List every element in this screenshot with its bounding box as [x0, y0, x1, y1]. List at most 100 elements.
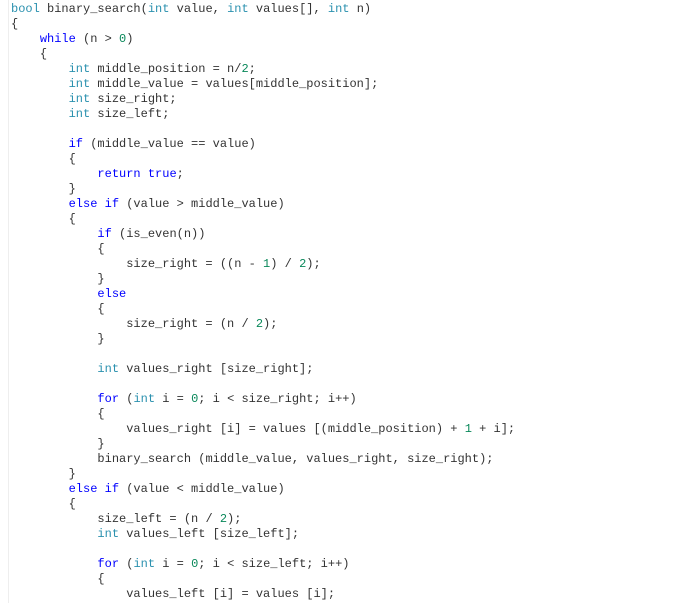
token-id: size_left = (n /: [97, 512, 219, 526]
token-id: ;: [177, 167, 184, 181]
token-id: n): [350, 2, 372, 16]
token-id: ; i < size_left; i++): [198, 557, 349, 571]
token-kw: else: [97, 287, 126, 301]
token-id: + i];: [472, 422, 515, 436]
token-id: size_right = ((n -: [126, 257, 263, 271]
code-line[interactable]: {: [11, 212, 515, 227]
code-line[interactable]: int middle_position = n/2;: [11, 62, 515, 77]
token-bool: true: [148, 167, 177, 181]
token-id: }: [69, 182, 76, 196]
token-id: (value < middle_value): [119, 482, 285, 496]
token-id: (middle_value == value): [83, 137, 256, 151]
token-id: {: [69, 152, 76, 166]
token-id: values_right [i] = values [(middle_posit…: [126, 422, 464, 436]
token-id: {: [69, 497, 76, 511]
token-type: int: [69, 107, 91, 121]
token-id: ): [126, 32, 133, 46]
token-type: int: [148, 2, 170, 16]
code-line[interactable]: [11, 347, 515, 362]
code-line[interactable]: values_left [i] = values [i];: [11, 587, 515, 602]
code-line[interactable]: int size_left;: [11, 107, 515, 122]
code-line[interactable]: [11, 377, 515, 392]
code-line[interactable]: {: [11, 302, 515, 317]
code-line[interactable]: if (is_even(n)): [11, 227, 515, 242]
token-kw: else: [69, 197, 98, 211]
code-line[interactable]: [11, 122, 515, 137]
gutter: [0, 0, 9, 603]
token-id: value,: [169, 2, 227, 16]
code-line[interactable]: }: [11, 437, 515, 452]
token-id: }: [97, 437, 104, 451]
token-id: middle_position = n/: [90, 62, 241, 76]
code-line[interactable]: else if (value > middle_value): [11, 197, 515, 212]
token-id: size_left;: [90, 107, 169, 121]
token-id: {: [40, 47, 47, 61]
token-id: );: [263, 317, 277, 331]
token-id: binary_search (middle_value, values_righ…: [97, 452, 493, 466]
code-line[interactable]: }: [11, 182, 515, 197]
code-line[interactable]: values_right [i] = values [(middle_posit…: [11, 422, 515, 437]
token-id: (: [119, 392, 133, 406]
code-line[interactable]: int size_right;: [11, 92, 515, 107]
token-id: i =: [155, 392, 191, 406]
token-type: int: [69, 77, 91, 91]
code-line[interactable]: {: [11, 17, 515, 32]
code-line[interactable]: }: [11, 467, 515, 482]
code-line[interactable]: }: [11, 272, 515, 287]
token-type: int: [227, 2, 249, 16]
code-line[interactable]: else if (value < middle_value): [11, 482, 515, 497]
token-id: }: [97, 332, 104, 346]
code-line[interactable]: int middle_value = values[middle_positio…: [11, 77, 515, 92]
token-kw: if: [97, 227, 111, 241]
code-line[interactable]: if (middle_value == value): [11, 137, 515, 152]
token-kw: if: [105, 197, 119, 211]
code-line[interactable]: int values_left [size_left];: [11, 527, 515, 542]
token-type: int: [69, 62, 91, 76]
token-type: int: [328, 2, 350, 16]
token-id: }: [69, 467, 76, 481]
code-area[interactable]: bool binary_search(int value, int values…: [9, 0, 517, 603]
token-id: {: [97, 242, 104, 256]
token-type: int: [133, 557, 155, 571]
code-line[interactable]: }: [11, 332, 515, 347]
code-line[interactable]: {: [11, 572, 515, 587]
code-line[interactable]: {: [11, 407, 515, 422]
token-kw: if: [69, 137, 83, 151]
token-id: {: [97, 302, 104, 316]
token-id: values_left [i] = values [i];: [126, 587, 335, 601]
code-line[interactable]: size_right = (n / 2);: [11, 317, 515, 332]
token-id: ;: [249, 62, 256, 76]
token-id: ) /: [270, 257, 299, 271]
code-line[interactable]: [11, 542, 515, 557]
token-id: {: [69, 212, 76, 226]
code-line[interactable]: for (int i = 0; i < size_right; i++): [11, 392, 515, 407]
code-line[interactable]: binary_search (middle_value, values_righ…: [11, 452, 515, 467]
code-line[interactable]: {: [11, 152, 515, 167]
token-type: int: [97, 362, 119, 376]
token-id: values_left [size_left];: [119, 527, 299, 541]
code-line[interactable]: return true;: [11, 167, 515, 182]
code-line[interactable]: bool binary_search(int value, int values…: [11, 2, 515, 17]
code-line[interactable]: {: [11, 497, 515, 512]
token-num: 2: [256, 317, 263, 331]
token-type: int: [133, 392, 155, 406]
code-line[interactable]: size_right = ((n - 1) / 2);: [11, 257, 515, 272]
token-id: values_right [size_right];: [119, 362, 313, 376]
token-num: 2: [220, 512, 227, 526]
token-id: (: [119, 557, 133, 571]
code-line[interactable]: for (int i = 0; i < size_left; i++): [11, 557, 515, 572]
code-line[interactable]: while (n > 0): [11, 32, 515, 47]
code-line[interactable]: {: [11, 47, 515, 62]
token-id: {: [97, 572, 104, 586]
code-line[interactable]: else: [11, 287, 515, 302]
token-kw: else: [69, 482, 98, 496]
token-id: middle_value = values[middle_position];: [90, 77, 378, 91]
code-line[interactable]: int values_right [size_right];: [11, 362, 515, 377]
token-id: binary_search(: [47, 2, 148, 16]
token-kw: for: [97, 557, 119, 571]
token-id: );: [306, 257, 320, 271]
token-num: 2: [241, 62, 248, 76]
code-line[interactable]: size_left = (n / 2);: [11, 512, 515, 527]
code-line[interactable]: {: [11, 242, 515, 257]
token-id: size_right = (n /: [126, 317, 256, 331]
